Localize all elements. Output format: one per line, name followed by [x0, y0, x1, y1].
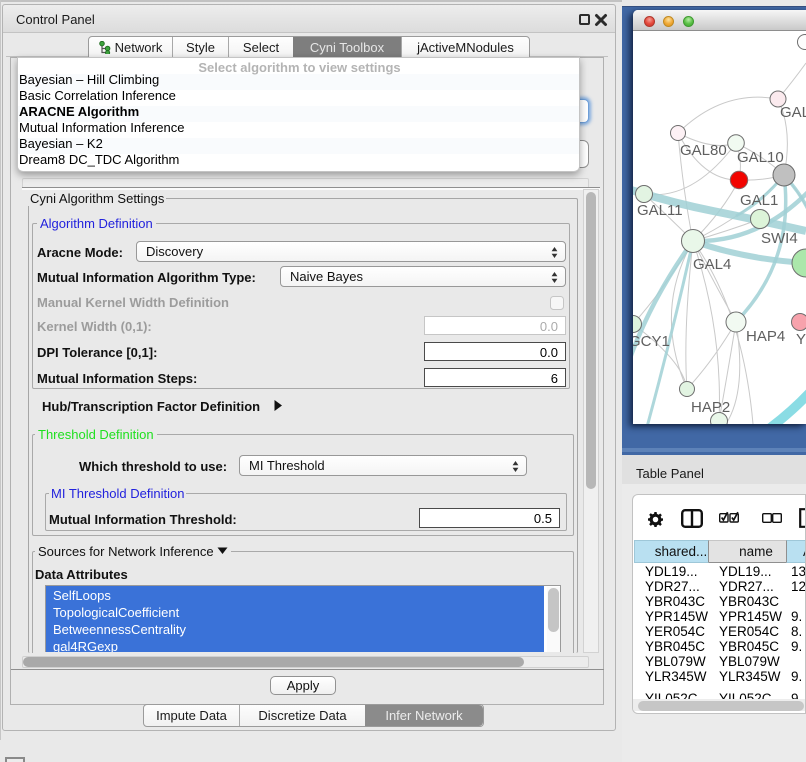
svg-text:GAL4: GAL4	[693, 256, 731, 273]
svg-text:HAP2: HAP2	[691, 399, 730, 416]
svg-text:SWI4: SWI4	[761, 230, 798, 247]
svg-text:GAL: GAL	[780, 104, 806, 121]
svg-text:GAL10: GAL10	[737, 149, 784, 166]
svg-text:Y: Y	[796, 331, 806, 348]
svg-text:GAL1: GAL1	[740, 192, 778, 209]
svg-text:HAP4: HAP4	[746, 328, 785, 345]
svg-text:GCY1: GCY1	[633, 333, 670, 350]
svg-text:GAL80: GAL80	[680, 142, 727, 159]
svg-text:GAL11: GAL11	[637, 202, 683, 219]
